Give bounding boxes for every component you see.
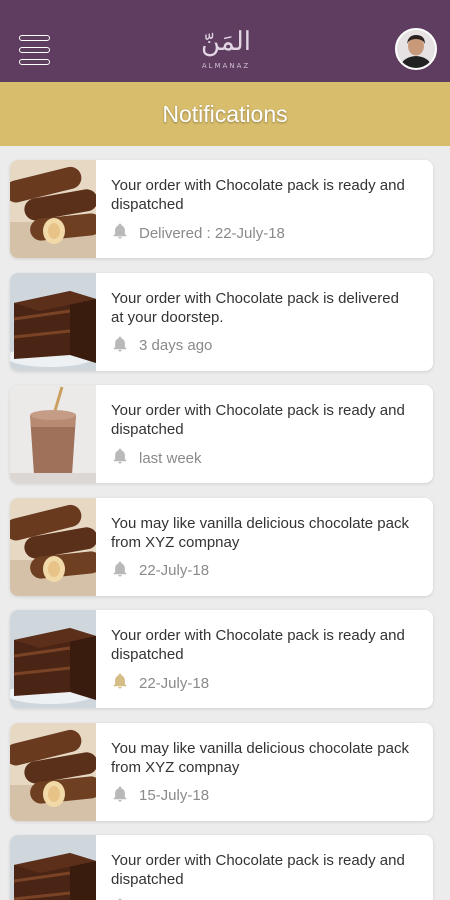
notification-message: You may like vanilla delicious chocolate… — [111, 739, 409, 776]
notification-card[interactable]: You may like vanilla delicious chocolate… — [10, 497, 433, 596]
notification-list[interactable]: Your order with Chocolate pack is ready … — [0, 146, 450, 900]
bell-icon — [111, 560, 139, 582]
notification-meta: 3 days ago — [111, 335, 212, 357]
notification-meta: Delivered : 22-July-18 — [111, 222, 285, 244]
hamburger-menu-icon[interactable] — [19, 35, 50, 65]
notification-card[interactable]: Your order with Chocolate pack is ready … — [10, 610, 433, 708]
notification-card[interactable]: Your order with Chocolate pack is ready … — [10, 835, 433, 900]
notification-meta: 22-July-18 — [111, 560, 209, 582]
bell-icon — [111, 335, 139, 357]
notification-time: Delivered : 22-July-18 — [139, 224, 285, 242]
notification-message: Your order with Chocolate pack is delive… — [111, 289, 399, 326]
page-title-bar: Notifications — [0, 82, 450, 146]
notification-time: 3 days ago — [139, 337, 213, 354]
bell-icon — [111, 447, 139, 469]
notification-time: last week — [139, 449, 202, 467]
notification-meta: last week — [111, 447, 202, 469]
notification-card[interactable]: Your order with Chocolate pack is ready … — [10, 160, 433, 258]
notification-time: 22-July-18 — [139, 674, 210, 692]
top-app-bar: المَنّ ALMANAZ — [0, 0, 450, 82]
user-avatar[interactable] — [395, 28, 437, 70]
notification-card[interactable]: Your order with Chocolate pack is ready … — [10, 385, 433, 483]
svg-text:المَنّ: المَنّ — [201, 27, 251, 57]
notification-message: You may like vanilla delicious chocolate… — [111, 514, 409, 551]
notification-message: Your order with Chocolate pack is ready … — [111, 852, 405, 888]
bell-icon — [111, 222, 139, 244]
product-image-chocolate-drink — [10, 385, 96, 483]
notification-meta: 22-July-18 — [111, 672, 209, 694]
notification-time: 22-July-18 — [139, 562, 210, 579]
notification-message: Your order with Chocolate pack is ready … — [111, 627, 405, 663]
product-image-chocolate-bars — [10, 722, 96, 821]
product-image-chocolate-bars — [10, 160, 96, 258]
page-title: Notifications — [162, 101, 288, 127]
product-image-chocolate-cake — [10, 272, 96, 371]
product-image-chocolate-cake — [10, 610, 96, 708]
logo-subtitle: ALMANAZ — [201, 62, 251, 70]
product-image-chocolate-cake — [10, 835, 96, 900]
bell-icon — [111, 672, 139, 694]
product-image-chocolate-bars — [10, 497, 96, 596]
notification-card[interactable]: You may like vanilla delicious chocolate… — [10, 722, 433, 821]
almanaz-logo: المَنّ ALMANAZ — [190, 20, 262, 74]
notification-time: 15-July-18 — [139, 787, 210, 804]
notification-meta: 15-July-18 — [111, 785, 209, 807]
notification-card[interactable]: Your order with Chocolate pack is delive… — [10, 272, 433, 371]
bell-icon — [111, 785, 139, 807]
notification-message: Your order with Chocolate pack is ready … — [111, 177, 405, 213]
notification-message: Your order with Chocolate pack is ready … — [111, 402, 405, 438]
